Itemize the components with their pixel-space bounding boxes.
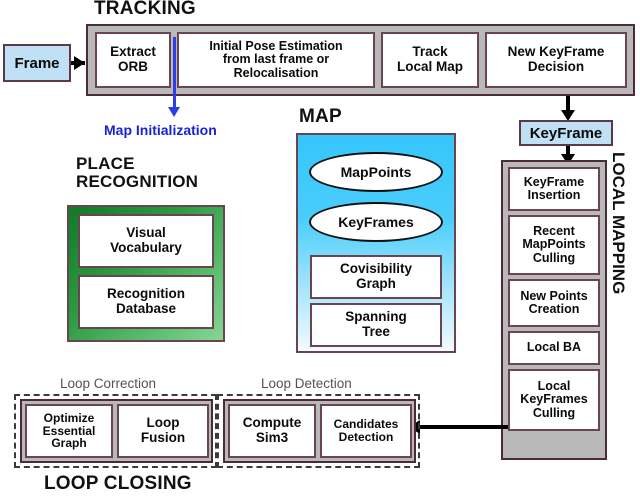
tracking-title: TRACKING (94, 0, 196, 19)
local-mapping-step-keyframe-insertion[interactable]: KeyFrame Insertion (508, 167, 600, 211)
loop-correction-label: Loop Correction (60, 376, 157, 391)
tracking-step-initial-pose-estimation[interactable]: Initial Pose Estimation from last frame … (177, 32, 375, 88)
local-mapping-step-local-keyframes-culling[interactable]: Local KeyFrames Culling (508, 369, 600, 431)
frame-input-box[interactable]: Frame (3, 44, 71, 82)
map-title: MAP (299, 106, 342, 127)
loop-detection-label: Loop Detection (261, 376, 352, 391)
place-recognition-item-recognition-database[interactable]: Recognition Database (78, 275, 214, 329)
place-recognition-item-visual-vocabulary[interactable]: Visual Vocabulary (78, 214, 214, 268)
loop-closing-title: LOOP CLOSING (44, 473, 192, 494)
place-recognition-title: PLACE RECOGNITION (76, 154, 199, 191)
loop-step-optimize-essential-graph[interactable]: Optimize Essential Graph (25, 404, 113, 458)
local-mapping-step-local-ba[interactable]: Local BA (508, 331, 600, 365)
map-box-spanning-tree[interactable]: Spanning Tree (310, 303, 442, 347)
map-box-covisibility-graph[interactable]: Covisibility Graph (310, 255, 442, 299)
loop-step-candidates-detection[interactable]: Candidates Detection (320, 404, 412, 458)
local-mapping-title: LOCAL MAPPING (609, 152, 628, 295)
local-mapping-step-new-points-creation[interactable]: New Points Creation (508, 279, 600, 327)
diagram-canvas: TRACKING Extract ORB Initial Pose Estima… (0, 0, 640, 500)
loop-step-compute-sim3[interactable]: Compute Sim3 (228, 404, 316, 458)
tracking-step-new-keyframe-decision[interactable]: New KeyFrame Decision (485, 32, 627, 88)
tracking-step-track-local-map[interactable]: Track Local Map (381, 32, 479, 88)
map-initialization-label: Map Initialization (104, 122, 217, 138)
keyframe-data-box[interactable]: KeyFrame (519, 120, 613, 146)
map-ellipse-mappoints[interactable]: MapPoints (309, 152, 443, 192)
map-ellipse-keyframes[interactable]: KeyFrames (309, 202, 443, 242)
map-initialization-arrow-head (168, 107, 180, 117)
arrow-culling-to-candidates-line (420, 425, 508, 429)
local-mapping-step-recent-mappoints-culling[interactable]: Recent MapPoints Culling (508, 215, 600, 275)
tracking-step-extract-orb[interactable]: Extract ORB (95, 32, 171, 88)
arrow-frame-to-extract-orb-head (74, 56, 85, 70)
map-initialization-arrow-line (173, 37, 176, 109)
loop-step-loop-fusion[interactable]: Loop Fusion (117, 404, 209, 458)
